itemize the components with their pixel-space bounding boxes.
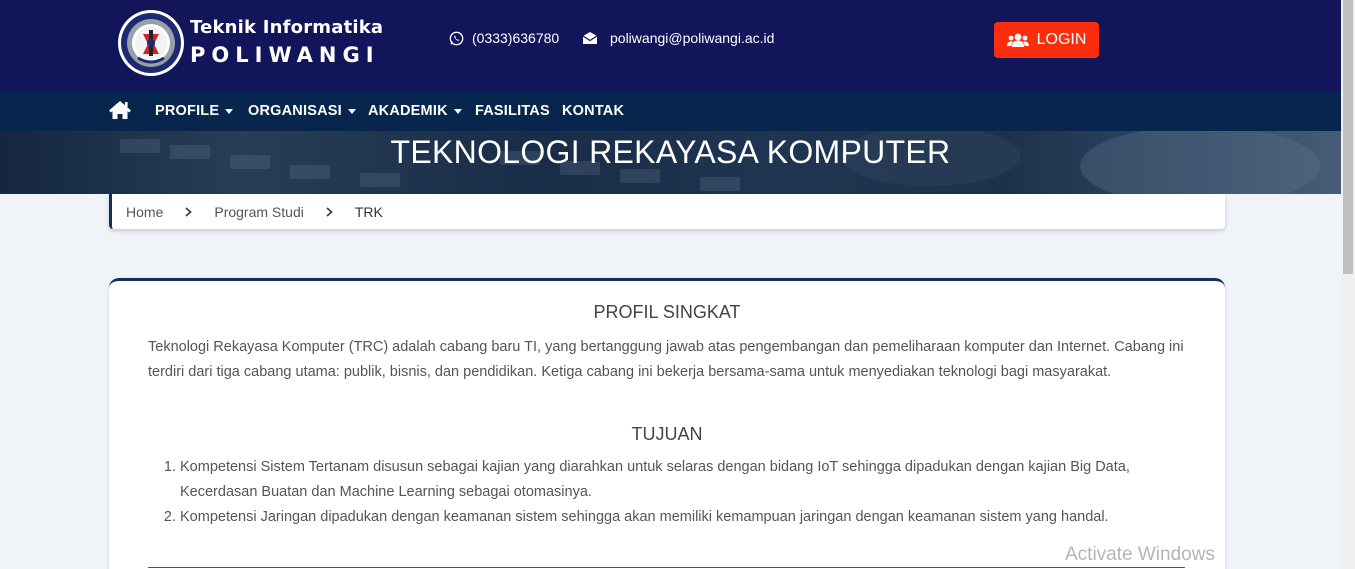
- list-text: Kompetensi Jaringan dipadukan dengan kea…: [180, 509, 1109, 525]
- top-header: Teknik Informatika POLIWANGI (0333)63678…: [0, 0, 1341, 91]
- caret-down-icon: [347, 108, 356, 114]
- breadcrumb: Home Program Studi TRK: [109, 194, 1225, 229]
- users-icon: [1006, 33, 1029, 47]
- nav-profile-label: PROFILE: [155, 103, 220, 119]
- contact-email[interactable]: poliwangi@poliwangi.ac.id: [582, 30, 774, 46]
- list-text: Kompetensi Sistem Tertanam disusun sebag…: [180, 459, 1130, 500]
- page-title: TEKNOLOGI REKAYASA KOMPUTER: [390, 134, 951, 170]
- envelope-icon: [582, 32, 598, 44]
- content-card: PROFIL SINGKAT Teknologi Rekayasa Komput…: [109, 278, 1225, 569]
- login-label: LOGIN: [1036, 31, 1087, 48]
- caret-down-icon: [453, 108, 462, 114]
- chevron-right-icon: [185, 206, 193, 217]
- phone-text: (0333)636780: [472, 30, 560, 46]
- main-navbar: PROFILE ORGANISASI AKADEMIK FASILITAS KO…: [0, 91, 1341, 131]
- profil-paragraph: Teknologi Rekayasa Komputer (TRC) adalah…: [148, 339, 1184, 380]
- login-button[interactable]: LOGIN: [994, 22, 1099, 58]
- logo-seal-icon: [118, 10, 184, 76]
- breadcrumb-program-studi[interactable]: Program Studi: [214, 204, 303, 220]
- contact-phone[interactable]: (0333)636780: [449, 30, 559, 46]
- brand-title: Teknik Informatika: [190, 17, 384, 38]
- site-logo[interactable]: Teknik Informatika POLIWANGI: [116, 8, 383, 78]
- scrollbar-thumb[interactable]: [1343, 0, 1353, 274]
- divider: [148, 567, 1185, 568]
- caret-down-icon: [225, 108, 234, 114]
- nav-fasilitas[interactable]: FASILITAS: [475, 103, 550, 119]
- list-item: 2. Kompetensi Jaringan dipadukan dengan …: [148, 505, 1188, 530]
- nav-profile[interactable]: PROFILE: [155, 103, 234, 119]
- brand-subtitle: POLIWANGI: [190, 43, 380, 67]
- list-number: 1.: [163, 459, 176, 475]
- chevron-right-icon: [326, 206, 333, 217]
- whatsapp-icon: [449, 31, 464, 45]
- hero-banner: TEKNOLOGI REKAYASA KOMPUTER: [0, 131, 1341, 194]
- list-item: 1. Kompetensi Sistem Tertanam disusun se…: [148, 455, 1188, 505]
- breadcrumb-current: TRK: [354, 203, 383, 220]
- list-number: 2.: [163, 509, 176, 525]
- email-text: poliwangi@poliwangi.ac.id: [610, 30, 775, 46]
- nav-fasilitas-label: FASILITAS: [475, 103, 550, 119]
- nav-akademik[interactable]: AKADEMIK: [368, 103, 462, 119]
- activation-watermark: Activate Windows: [1065, 544, 1215, 565]
- breadcrumb-home[interactable]: Home: [126, 204, 163, 220]
- nav-organisasi[interactable]: ORGANISASI: [248, 103, 356, 119]
- nav-organisasi-label: ORGANISASI: [248, 103, 342, 119]
- tujuan-list: 1. Kompetensi Sistem Tertanam disusun se…: [148, 455, 1188, 530]
- page-scrollbar[interactable]: [1341, 0, 1355, 569]
- nav-akademik-label: AKADEMIK: [368, 103, 448, 119]
- nav-kontak-label: KONTAK: [562, 103, 625, 119]
- nav-kontak[interactable]: KONTAK: [562, 103, 624, 119]
- profil-heading: PROFIL SINGKAT: [593, 302, 741, 322]
- home-icon[interactable]: [108, 100, 132, 120]
- tujuan-heading: TUJUAN: [631, 424, 703, 444]
